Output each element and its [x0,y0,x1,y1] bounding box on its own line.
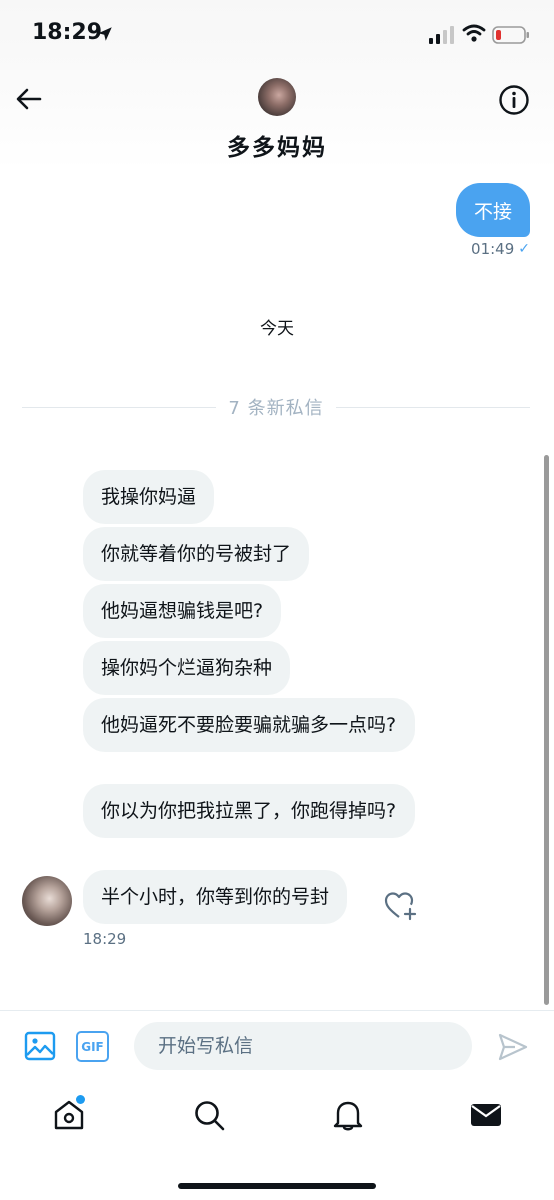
outgoing-meta: 01:49 ✓ [471,240,530,258]
scrollbar[interactable] [544,455,549,1005]
message-text: 你以为你把我拉黑了，你跑得掉吗? [101,800,397,822]
message-text: 他妈逼想骗钱是吧? [101,600,264,622]
outgoing-message[interactable]: 不接 [455,183,530,237]
message-input[interactable] [134,1022,472,1070]
battery-low-icon [492,26,529,44]
cell-signal-icon [429,26,454,44]
dm-conversation-screen: 18:29 多多妈妈 不接 01:49 ✓ 今天 7 条新私信 我操你妈逼 你就… [0,0,554,1200]
composer-divider [0,1010,554,1011]
incoming-message[interactable]: 他妈逼想骗钱是吧? [83,584,282,638]
message-text: 不接 [473,200,512,223]
incoming-message[interactable]: 你就等着你的号被封了 [83,527,310,581]
check-icon: ✓ [518,241,530,257]
info-icon[interactable] [498,84,530,116]
back-button[interactable] [14,84,44,114]
message-time: 18:29 [83,930,127,948]
message-text: 我操你妈逼 [101,486,197,508]
tab-search[interactable] [192,1098,226,1132]
gif-label: GIF [81,1039,104,1054]
sender-avatar[interactable] [22,876,72,926]
new-messages-label: 7 条新私信 [228,398,324,419]
status-time: 18:29 [32,20,103,45]
bell-icon [333,1101,363,1131]
wifi-icon [462,24,486,42]
contact-avatar[interactable] [258,78,296,116]
divider-line [22,406,217,408]
search-icon [195,1101,225,1131]
home-indicator [178,1183,376,1189]
contact-name[interactable]: 多多妈妈 [0,128,554,162]
incoming-message[interactable]: 你以为你把我拉黑了，你跑得掉吗? [83,784,415,838]
mail-icon [471,1104,501,1126]
incoming-message[interactable]: 我操你妈逼 [83,470,215,524]
incoming-message[interactable]: 操你妈个烂逼狗杂种 [83,641,291,695]
message-text: 半个小时，你等到你的号封 [101,886,330,908]
location-arrow-icon [98,27,112,41]
message-text: 他妈逼死不要脸要骗就骗多一点吗? [101,714,397,736]
tab-notifications[interactable] [331,1098,365,1132]
date-separator: 今天 [260,319,294,339]
image-icon[interactable] [24,1030,56,1062]
gif-button[interactable]: GIF [76,1031,109,1062]
message-text: 操你妈个烂逼狗杂种 [101,657,273,679]
message-time: 01:49 [471,240,515,258]
add-reaction-heart-icon[interactable] [384,890,418,922]
new-messages-divider: 7 条新私信 [22,394,530,420]
tab-messages[interactable] [469,1098,503,1132]
message-text: 你就等着你的号被封了 [101,543,292,565]
incoming-message[interactable]: 半个小时，你等到你的号封 [83,870,348,924]
send-icon[interactable] [497,1031,529,1063]
divider-line [335,406,530,408]
incoming-message[interactable]: 他妈逼死不要脸要骗就骗多一点吗? [83,698,415,752]
notification-dot [76,1095,85,1104]
status-bar: 18:29 [0,0,554,70]
